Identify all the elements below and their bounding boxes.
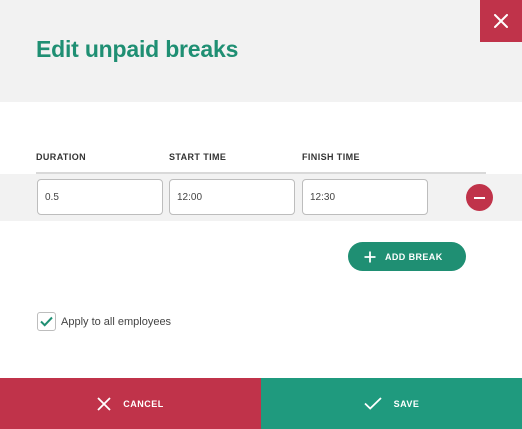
remove-break-button[interactable]: [466, 184, 493, 211]
minus-icon: [474, 196, 485, 199]
start-time-input[interactable]: [169, 179, 295, 215]
apply-all-checkbox[interactable]: [37, 312, 56, 331]
save-label: SAVE: [393, 398, 420, 409]
save-button[interactable]: SAVE: [261, 378, 522, 429]
check-icon: [40, 316, 53, 327]
column-header-finish-time: FINISH TIME: [302, 152, 360, 162]
apply-all-label: Apply to all employees: [61, 315, 172, 328]
cancel-label: CANCEL: [123, 398, 164, 409]
column-header-start-time: START TIME: [169, 152, 227, 162]
modal-header: Edit unpaid breaks: [0, 0, 522, 102]
duration-input[interactable]: [37, 179, 163, 215]
page-title: Edit unpaid breaks: [36, 36, 239, 62]
add-break-label: ADD BREAK: [385, 251, 443, 262]
add-break-button[interactable]: ADD BREAK: [348, 242, 466, 271]
close-button[interactable]: [480, 0, 522, 42]
plus-icon: [364, 251, 376, 262]
finish-time-input[interactable]: [302, 179, 428, 215]
checkmark-icon: [363, 397, 382, 410]
column-header-duration: DURATION: [36, 152, 87, 162]
cancel-button[interactable]: CANCEL: [0, 378, 261, 429]
apply-all-option[interactable]: Apply to all employees: [37, 312, 171, 331]
close-icon: [494, 14, 508, 28]
x-icon: [97, 396, 111, 411]
